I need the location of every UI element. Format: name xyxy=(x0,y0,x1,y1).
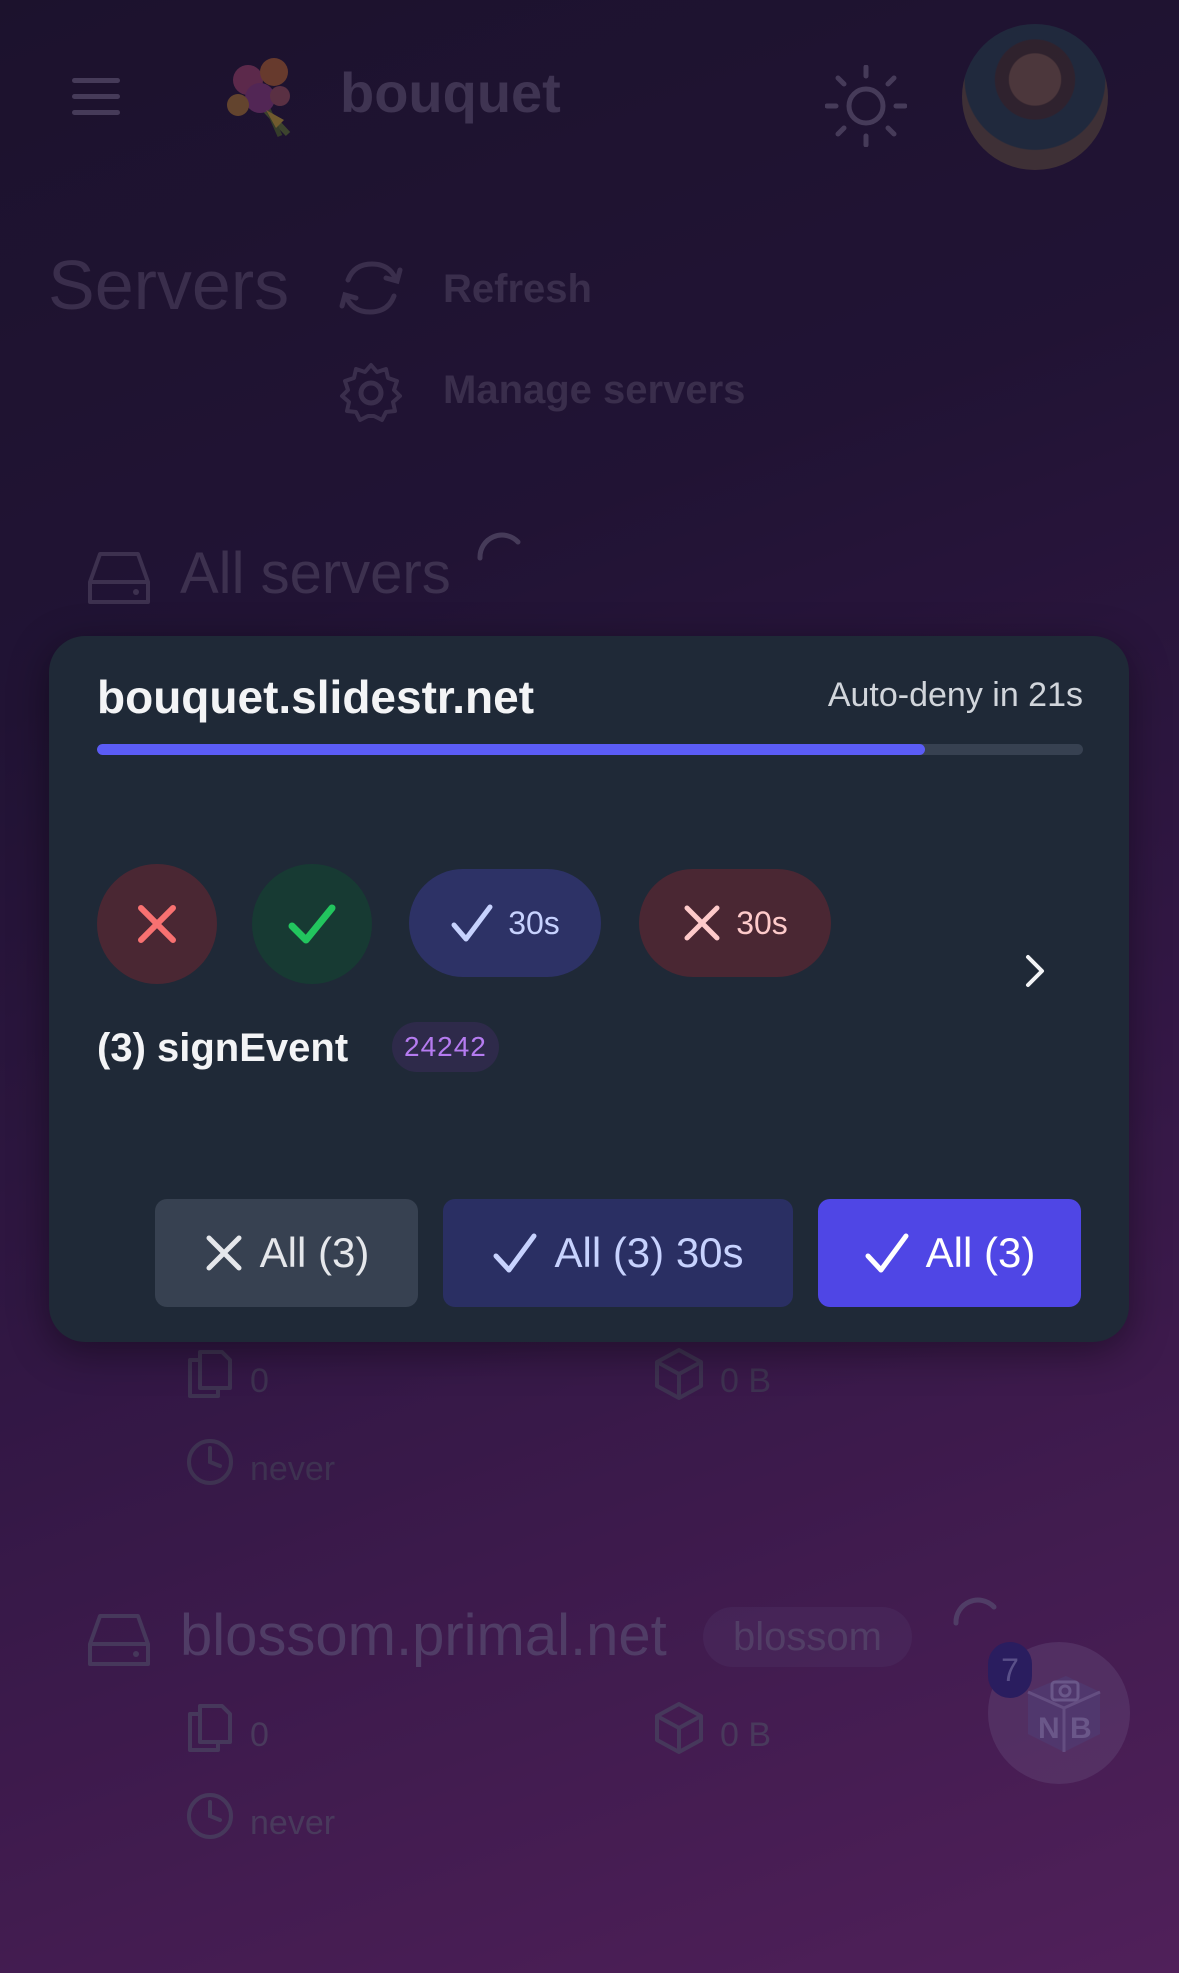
svg-text:N: N xyxy=(1038,1712,1060,1745)
check-icon xyxy=(451,904,493,942)
allow-all-30s-label: All (3) 30s xyxy=(554,1229,744,1276)
sun-icon[interactable] xyxy=(825,65,907,147)
all-servers-label[interactable]: All servers xyxy=(180,540,451,607)
permission-request-dialog: bouquet.slidestr.net Auto-deny in 21s 30… xyxy=(49,636,1129,1342)
file-count: 0 xyxy=(250,1716,269,1754)
check-icon xyxy=(288,904,336,944)
manage-servers-button[interactable]: Manage servers xyxy=(443,368,745,413)
hard-drive-icon xyxy=(88,552,150,604)
deny-30s-label: 30s xyxy=(736,904,788,941)
clock-icon xyxy=(187,1793,233,1839)
allow-all-label: All (3) xyxy=(925,1229,1036,1276)
last-sync: never xyxy=(250,1450,336,1488)
deny-all-button[interactable]: All (3) xyxy=(155,1199,418,1307)
pending-count-badge: 7 xyxy=(988,1642,1032,1698)
refresh-button[interactable]: Refresh xyxy=(443,267,592,312)
files-icon xyxy=(188,1704,232,1752)
close-icon xyxy=(684,905,720,941)
chevron-right-icon[interactable] xyxy=(1020,951,1050,991)
close-icon xyxy=(138,905,176,943)
timeout-progress-bar xyxy=(97,744,1083,755)
box-icon xyxy=(655,1348,703,1400)
files-icon xyxy=(188,1350,232,1398)
close-icon xyxy=(206,1235,242,1271)
deny-all-label: All (3) xyxy=(259,1229,370,1276)
last-sync: never xyxy=(250,1804,336,1842)
allow-button[interactable] xyxy=(252,864,372,984)
hamburger-menu-icon[interactable] xyxy=(72,78,120,116)
storage-size: 0 B xyxy=(720,1362,772,1400)
check-icon xyxy=(865,1233,909,1273)
event-kind-badge: 24242 xyxy=(392,1022,499,1072)
box-icon xyxy=(655,1702,703,1754)
brand-title: bouquet xyxy=(340,61,561,124)
page-title: Servers xyxy=(48,246,290,324)
timeout-progress-fill xyxy=(97,744,926,755)
server-type-badge: blossom xyxy=(703,1607,912,1667)
deny-30s-button[interactable]: 30s xyxy=(639,869,831,977)
storage-size: 0 B xyxy=(720,1716,772,1754)
clock-icon xyxy=(187,1439,233,1485)
user-avatar[interactable] xyxy=(962,24,1108,170)
allow-all-button[interactable]: All (3) xyxy=(818,1199,1081,1307)
allow-30s-label: 30s xyxy=(508,904,560,941)
request-method: (3) signEvent xyxy=(97,1026,349,1070)
file-count: 0 xyxy=(250,1362,269,1400)
allow-30s-button[interactable]: 30s xyxy=(409,869,601,977)
allow-all-30s-button[interactable]: All (3) 30s xyxy=(443,1199,793,1307)
refresh-icon[interactable] xyxy=(336,258,406,318)
deny-button[interactable] xyxy=(97,864,217,984)
server-name[interactable]: blossom.primal.net xyxy=(180,1602,667,1669)
auto-deny-timer: Auto-deny in 21s xyxy=(827,676,1083,714)
check-icon xyxy=(493,1233,537,1273)
loading-spinner-icon xyxy=(477,532,521,561)
requesting-host: bouquet.slidestr.net xyxy=(97,671,535,723)
svg-text:B: B xyxy=(1070,1712,1092,1745)
bouquet-logo-icon xyxy=(227,58,291,138)
gear-icon[interactable] xyxy=(340,362,402,424)
hard-drive-icon xyxy=(88,1614,150,1666)
